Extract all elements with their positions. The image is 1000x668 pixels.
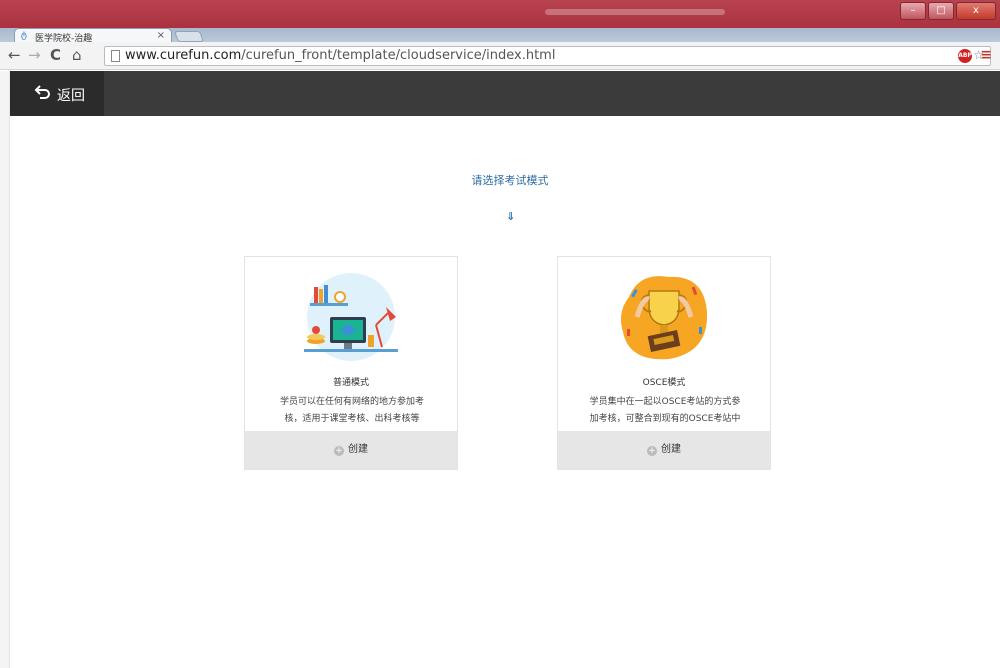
back-button[interactable]: 返回 (10, 71, 104, 116)
card-title: 普通模式 (332, 378, 369, 388)
reload-icon[interactable]: C (50, 46, 61, 64)
osce-mode-card: OSCE模式 学员集中在一起以OSCE考站的方式参加考核，可整合到现有的OSCE… (557, 256, 771, 470)
undo-arrow-icon (34, 82, 52, 105)
back-label: 返回 (57, 88, 85, 104)
create-label: 创建 (348, 444, 368, 455)
create-osce-button[interactable]: + 创建 (558, 431, 770, 469)
browser-toolbar: ← → C ⌂ www.curefun.com/curefun_front/te… (0, 42, 1000, 70)
close-window-button[interactable]: x (956, 2, 996, 20)
screen: – □ x ტ 医学院校-治趣 × ← → C ⌂ www.curefun.co… (0, 0, 1000, 668)
plus-circle-icon: + (647, 446, 657, 456)
tab-close-icon[interactable]: × (157, 30, 165, 41)
create-label: 创建 (661, 444, 681, 455)
browser-menu-icon[interactable]: ≡ (980, 47, 992, 63)
app-header: 返回 (10, 71, 1000, 116)
select-mode-prompt: 请选择考试模式 (471, 174, 549, 187)
plus-circle-icon: + (334, 446, 344, 456)
trophy-illustration (609, 267, 719, 367)
blurred-title-text (545, 9, 725, 15)
normal-mode-card: 普通模式 学员可以在任何有网络的地方参加考核，适用于课堂考核、出科考核等 + 创建 (244, 256, 458, 470)
create-normal-button[interactable]: + 创建 (245, 431, 457, 469)
window-titlebar: – □ x (0, 0, 1000, 28)
tab-strip: ტ 医学院校-治趣 × (0, 28, 1000, 44)
site-favicon-icon: ტ (21, 31, 27, 41)
window-controls: – □ x (900, 2, 996, 20)
card-title: OSCE模式 (642, 378, 686, 388)
minimize-button[interactable]: – (900, 2, 926, 20)
down-arrow-icon: ⇓ (506, 210, 516, 223)
desk-computer-illustration (296, 267, 406, 367)
url-text: www.curefun.com/curefun_front/template/c… (125, 48, 556, 63)
card-description: 学员集中在一起以OSCE考站的方式参加考核，可整合到现有的OSCE考站中 (589, 397, 741, 424)
restore-button[interactable]: □ (928, 2, 954, 20)
card-description: 学员可以在任何有网络的地方参加考核，适用于课堂考核、出科考核等 (279, 397, 424, 424)
left-gutter (0, 71, 10, 668)
adblock-icon[interactable]: ABP (958, 49, 972, 63)
back-arrow-icon[interactable]: ← (8, 46, 21, 64)
forward-arrow-icon[interactable]: → (28, 46, 41, 64)
page-icon (111, 50, 120, 62)
new-tab-button[interactable] (173, 31, 205, 42)
home-icon[interactable]: ⌂ (72, 46, 82, 64)
address-bar[interactable]: www.curefun.com/curefun_front/template/c… (104, 46, 991, 66)
